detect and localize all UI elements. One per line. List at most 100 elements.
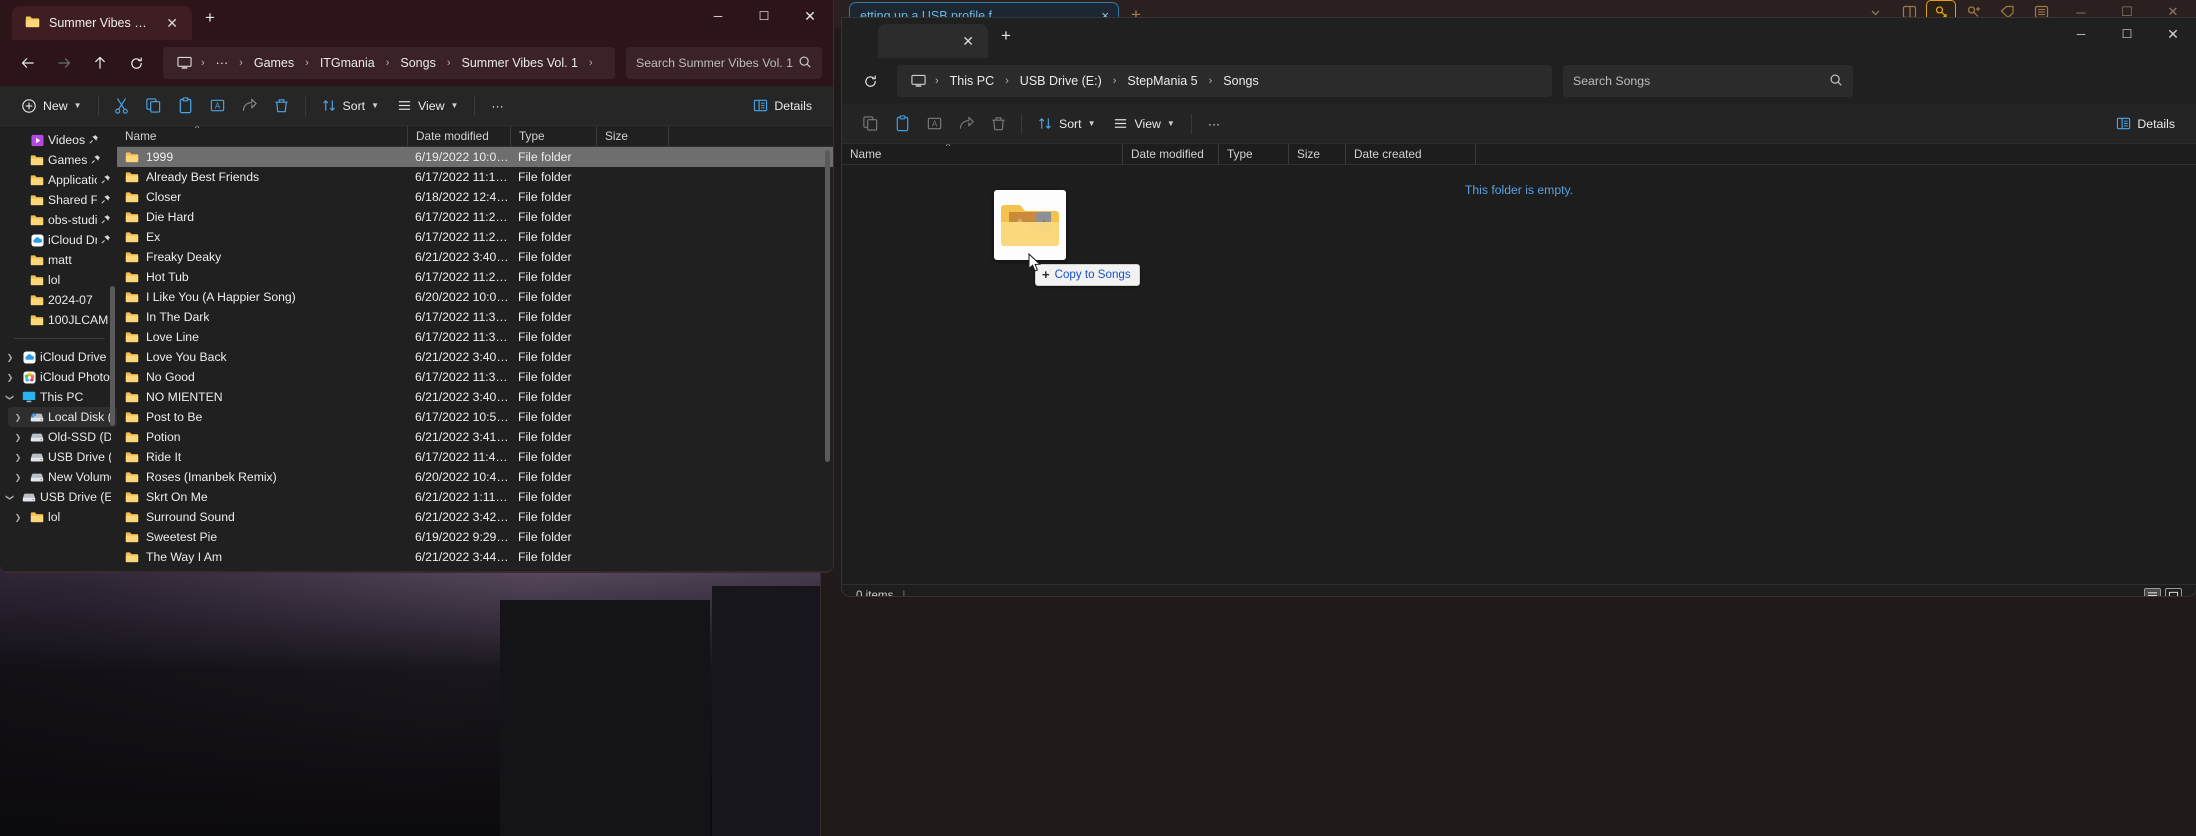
win1-sort-button[interactable]: Sort ▼ (313, 91, 388, 121)
table-row[interactable]: Skrt On Me6/21/2022 1:11 PMFile folder (117, 487, 833, 507)
chevron-right-icon[interactable]: ❯ (10, 473, 26, 482)
win2-address-bar[interactable]: › This PC › USB Drive (E:) › StepMania 5… (897, 65, 1552, 97)
table-row[interactable]: Hot Tub6/17/2022 11:27 PMFile folder (117, 267, 833, 287)
pin-icon[interactable] (89, 134, 99, 147)
win1-new-tab-button[interactable]: + (192, 8, 228, 28)
win1-sidebar[interactable]: VideosGamesApplicationsShared Foldeobs-s… (0, 126, 117, 571)
sidebar-item-icloud-photos[interactable]: ❯iCloud Photos (0, 367, 117, 387)
delete-icon[interactable] (266, 91, 298, 121)
win2-column-type[interactable]: Type (1218, 144, 1288, 164)
chevron-right-icon[interactable]: ❯ (10, 513, 26, 522)
table-row[interactable]: Ride It6/17/2022 11:45 PMFile folder (117, 447, 833, 467)
win2-breadcrumb-item-0[interactable]: This PC (944, 72, 1000, 90)
win1-breadcrumb-overflow[interactable]: ··· (210, 54, 235, 72)
sidebar-item-applications[interactable]: Applications (8, 170, 117, 190)
delete-icon[interactable] (982, 109, 1014, 139)
win1-file-list[interactable]: ^ Name Date modified Type Size 19996/19/… (117, 126, 833, 571)
sidebar-scrollbar[interactable] (110, 286, 115, 426)
sidebar-item-local-disk-c[interactable]: ❯Local Disk (C:) (8, 407, 117, 427)
chevron-right-icon[interactable]: ❯ (6, 489, 15, 505)
cut-icon[interactable] (106, 91, 138, 121)
chevron-right-icon[interactable]: ❯ (10, 453, 26, 462)
table-row[interactable]: Post to Be6/17/2022 10:50 PMFile folder (117, 407, 833, 427)
sidebar-item-matt[interactable]: matt (8, 250, 117, 270)
chevron-right-icon[interactable]: ❯ (6, 389, 15, 405)
sidebar-item-usb-drive-e[interactable]: ❯USB Drive (E:) (8, 447, 117, 467)
table-row[interactable]: Already Best Friends6/17/2022 11:14 PMFi… (117, 167, 833, 187)
win1-details-button[interactable]: Details (744, 91, 821, 121)
win2-more-button[interactable]: ··· (1199, 109, 1229, 139)
win2-details-view-toggle[interactable] (2144, 588, 2161, 597)
win2-breadcrumb-item-2[interactable]: StepMania 5 (1121, 72, 1203, 90)
table-row[interactable]: Sweetest Pie6/19/2022 9:29 PMFile folder (117, 527, 833, 547)
table-row[interactable]: Die Hard6/17/2022 11:21 PMFile folder (117, 207, 833, 227)
win1-search-box[interactable]: Search Summer Vibes Vol. 1 (626, 47, 822, 79)
copy-icon[interactable] (854, 109, 886, 139)
win2-breadcrumb-item-3[interactable]: Songs (1217, 72, 1264, 90)
table-row[interactable]: Potion6/21/2022 3:41 PMFile folder (117, 427, 833, 447)
win2-column-size[interactable]: Size (1288, 144, 1345, 164)
copy-icon[interactable] (138, 91, 170, 121)
sidebar-item-icloud-drive[interactable]: iCloud Drive (8, 230, 117, 250)
sidebar-item-shared-folde[interactable]: Shared Folde (8, 190, 117, 210)
table-row[interactable]: Love You Back6/21/2022 3:40 PMFile folde… (117, 347, 833, 367)
table-row[interactable]: Surround Sound6/21/2022 3:42 PMFile fold… (117, 507, 833, 527)
pin-icon[interactable] (91, 154, 101, 167)
pin-icon[interactable] (101, 214, 111, 227)
win1-up-button[interactable] (83, 47, 117, 79)
rename-icon[interactable]: A (202, 91, 234, 121)
win1-tab[interactable]: Summer Vibes Vol. 1 ✕ (12, 6, 192, 40)
sidebar-item-this-pc[interactable]: ❯This PC (0, 387, 117, 407)
win2-refresh-button[interactable] (853, 65, 887, 97)
pin-icon[interactable] (101, 194, 111, 207)
chevron-right-icon[interactable]: ❯ (2, 353, 18, 362)
win2-column-date-created[interactable]: Date created (1345, 144, 1475, 164)
win1-minimize-button[interactable]: ─ (695, 0, 741, 32)
win1-column-date-modified[interactable]: Date modified (407, 126, 510, 146)
close-icon[interactable]: ✕ (956, 34, 980, 48)
win1-breadcrumb-item-0[interactable]: Games (248, 54, 300, 72)
win1-breadcrumb-item-2[interactable]: Songs (394, 54, 441, 72)
win1-column-size[interactable]: Size (596, 126, 668, 146)
win2-details-button[interactable]: Details (2107, 109, 2184, 139)
win1-more-button[interactable]: ··· (482, 91, 512, 121)
sidebar-item-lol[interactable]: ❯lol (8, 507, 117, 527)
win1-new-button[interactable]: New ▼ (12, 91, 91, 121)
win2-search-box[interactable]: Search Songs (1563, 65, 1853, 97)
close-icon[interactable]: ✕ (160, 16, 184, 30)
share-icon[interactable] (950, 109, 982, 139)
win1-column-name[interactable]: ^ Name (117, 126, 407, 146)
table-row[interactable]: Closer6/18/2022 12:44 AMFile folder (117, 187, 833, 207)
win2-tab[interactable]: ✕ (878, 24, 988, 58)
table-row[interactable]: Roses (Imanbek Remix)6/20/2022 10:42 PMF… (117, 467, 833, 487)
sidebar-item-lol[interactable]: lol (8, 270, 117, 290)
sidebar-item-games[interactable]: Games (8, 150, 117, 170)
win1-maximize-button[interactable]: ☐ (741, 0, 787, 32)
chevron-right-icon[interactable]: ❯ (10, 413, 26, 422)
win2-breadcrumb-item-1[interactable]: USB Drive (E:) (1014, 72, 1108, 90)
table-row[interactable]: I Like You (A Happier Song)6/20/2022 10:… (117, 287, 833, 307)
rename-icon[interactable]: A (918, 109, 950, 139)
table-row[interactable]: Love Line6/17/2022 11:32 PMFile folder (117, 327, 833, 347)
chevron-right-icon[interactable]: ❯ (10, 433, 26, 442)
filelist-scrollbar[interactable] (825, 150, 830, 462)
table-row[interactable]: No Good6/17/2022 11:35 PMFile folder (117, 367, 833, 387)
paste-icon[interactable] (170, 91, 202, 121)
win1-breadcrumb-item-1[interactable]: ITGmania (314, 54, 381, 72)
sidebar-item-new-volume[interactable]: ❯New Volume ( (8, 467, 117, 487)
win1-breadcrumb-item-3[interactable]: Summer Vibes Vol. 1 (456, 54, 585, 72)
sidebar-item-icloud-drive[interactable]: ❯iCloud Drive (0, 347, 117, 367)
win2-maximize-button[interactable]: ☐ (2104, 18, 2150, 50)
win2-column-date-modified[interactable]: Date modified (1122, 144, 1218, 164)
win2-new-tab-button[interactable]: + (988, 26, 1024, 46)
table-row[interactable]: Freaky Deaky6/21/2022 3:40 PMFile folder (117, 247, 833, 267)
sidebar-item-usb-drive-e[interactable]: ❯USB Drive (E:) (0, 487, 117, 507)
table-row[interactable]: NO MIENTEN6/21/2022 3:40 PMFile folder (117, 387, 833, 407)
sidebar-item-2024-07[interactable]: 2024-07 (8, 290, 117, 310)
table-row[interactable]: 19996/19/2022 10:06 PMFile folder (117, 147, 833, 167)
table-row[interactable]: In The Dark6/17/2022 11:30 PMFile folder (117, 307, 833, 327)
win1-back-button[interactable] (11, 47, 45, 79)
win1-refresh-button[interactable] (119, 47, 153, 79)
win1-view-button[interactable]: View ▼ (388, 91, 467, 121)
win2-close-button[interactable]: ✕ (2150, 18, 2196, 50)
